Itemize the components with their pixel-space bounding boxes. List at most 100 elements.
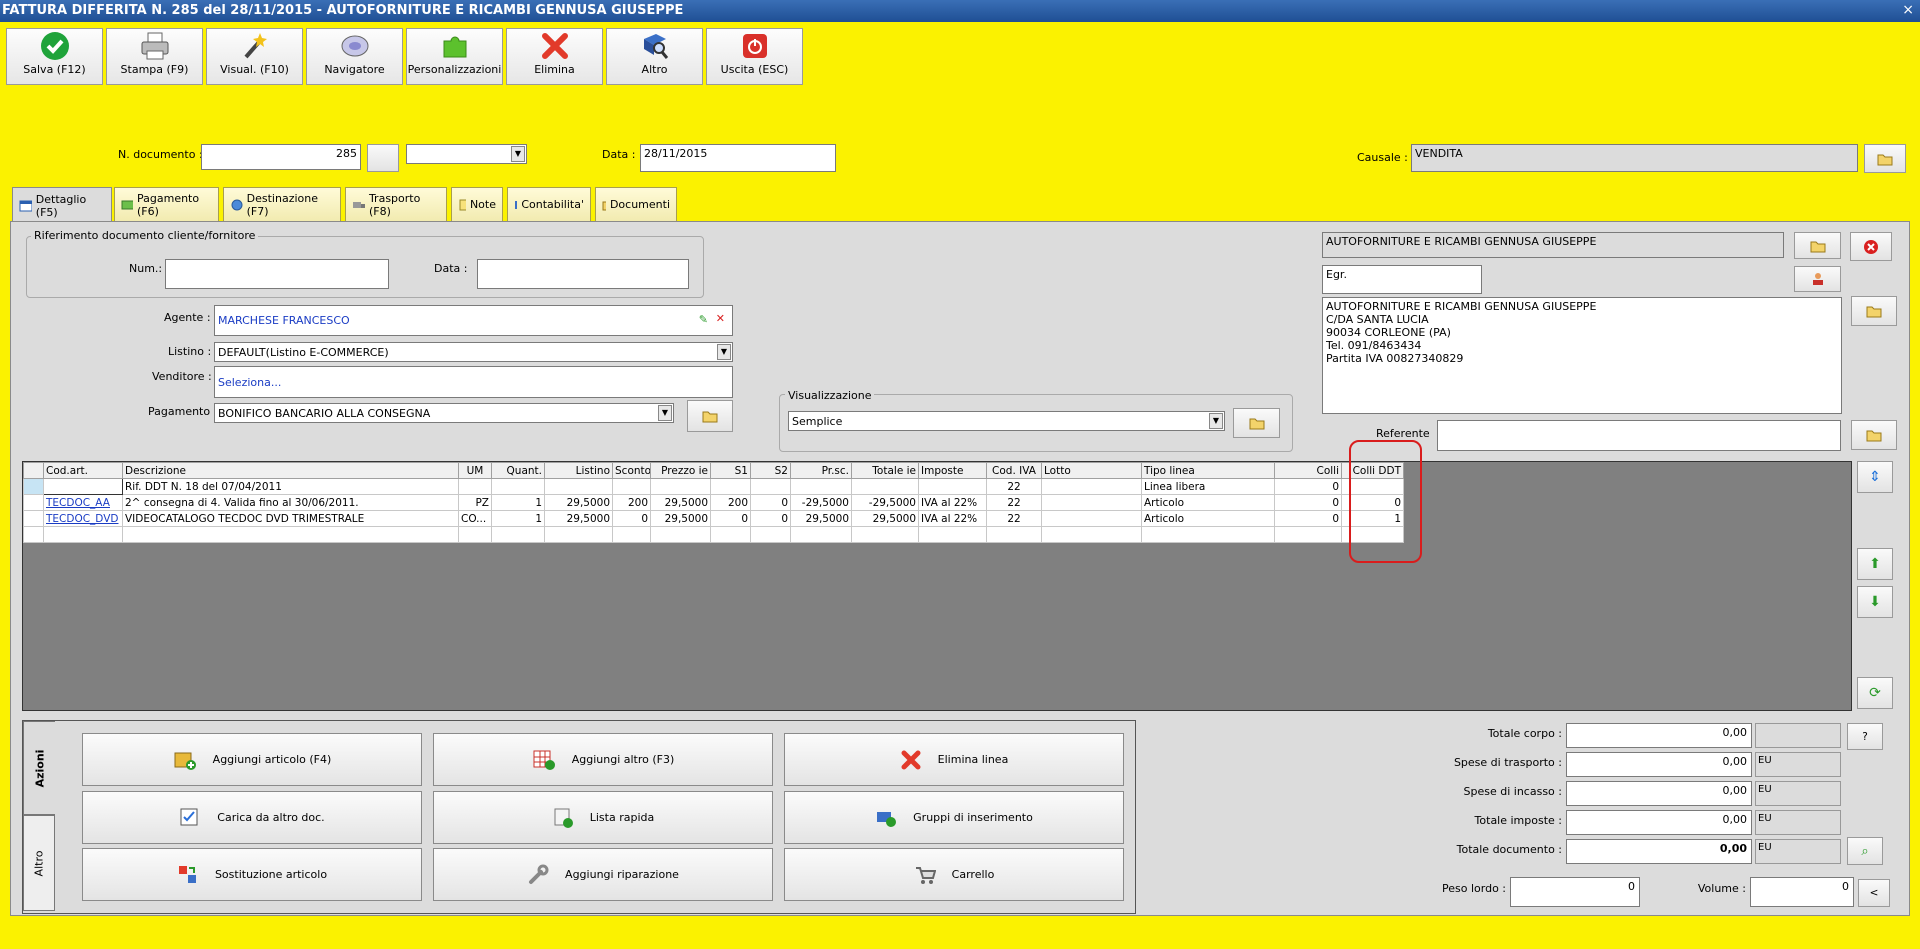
venditore-input[interactable]: Seleziona...: [214, 366, 733, 398]
trasporto-input[interactable]: 0,00: [1566, 752, 1752, 777]
col-header[interactable]: Cod. IVA: [986, 462, 1042, 479]
tab-pagamento[interactable]: Pagamento (F6): [114, 187, 219, 221]
cell-colli[interactable]: 0: [1274, 478, 1342, 495]
table-row[interactable]: TECDOC_AA 2^ consegna di 4. Valida fino …: [23, 494, 1404, 511]
cell-um[interactable]: CO...: [458, 510, 492, 527]
cell-s1[interactable]: [710, 478, 751, 495]
clear-icon[interactable]: ✕: [716, 312, 725, 325]
cell-quant[interactable]: 1: [491, 494, 545, 511]
window-close-button[interactable]: ×: [1902, 0, 1914, 20]
col-header[interactable]: Quant.: [491, 462, 545, 479]
insert-groups-button[interactable]: Gruppi di inserimento: [784, 791, 1124, 844]
pagamento-select[interactable]: BONIFICO BANCARIO ALLA CONSEGNA ▼: [214, 403, 674, 423]
col-header[interactable]: Sconto: [612, 462, 651, 479]
agente-input[interactable]: MARCHESE FRANCESCO ✎ ✕: [214, 305, 733, 336]
data-input[interactable]: 28/11/2015: [640, 144, 836, 172]
cell-empty[interactable]: [491, 526, 545, 543]
cell-s1[interactable]: 200: [710, 494, 751, 511]
col-header[interactable]: Lotto: [1041, 462, 1142, 479]
cell-totale[interactable]: -29,5000: [851, 494, 919, 511]
col-header[interactable]: Listino: [544, 462, 613, 479]
visualizzazione-browse-button[interactable]: [1233, 408, 1280, 438]
row-selector[interactable]: [23, 510, 44, 527]
cliente-address[interactable]: AUTOFORNITURE E RICAMBI GENNUSA GIUSEPPE…: [1322, 297, 1842, 414]
chevron-down-icon[interactable]: ▼: [658, 405, 672, 421]
chevron-down-icon[interactable]: ▼: [511, 146, 525, 162]
cell-empty[interactable]: [790, 526, 852, 543]
referente-browse-button[interactable]: [1851, 420, 1897, 450]
cell-descrizione[interactable]: Rif. DDT N. 18 del 07/04/2011: [122, 478, 459, 495]
cell-empty[interactable]: [986, 526, 1042, 543]
cell-totale[interactable]: 29,5000: [851, 510, 919, 527]
cell-codart[interactable]: TECDOC_AA: [43, 494, 123, 511]
col-header[interactable]: Totale ie: [851, 462, 919, 479]
cell-colli[interactable]: 0: [1274, 494, 1342, 511]
row-selector[interactable]: [23, 526, 44, 543]
referente-input[interactable]: [1437, 420, 1841, 451]
replace-article-button[interactable]: Sostituzione articolo: [82, 848, 422, 901]
preview-button[interactable]: Visual. (F10): [206, 28, 303, 85]
cell-empty[interactable]: [122, 526, 459, 543]
cell-descrizione[interactable]: VIDEOCATALOGO TECDOC DVD TRIMESTRALE: [122, 510, 459, 527]
delete-button[interactable]: Elimina: [506, 28, 603, 85]
tab-altro[interactable]: Altro: [23, 815, 55, 911]
tab-note[interactable]: Note: [451, 187, 503, 221]
cell-tipolinea[interactable]: Articolo: [1141, 494, 1275, 511]
cell-sconto[interactable]: [612, 478, 651, 495]
rif-num-input[interactable]: [165, 259, 389, 289]
cell-empty[interactable]: [458, 526, 492, 543]
col-header[interactable]: Tipo linea: [1141, 462, 1275, 479]
cliente-title-input[interactable]: Egr.: [1322, 265, 1482, 294]
load-doc-button[interactable]: Carica da altro doc.: [82, 791, 422, 844]
quick-list-button[interactable]: Lista rapida: [433, 791, 773, 844]
cell-colli[interactable]: 0: [1274, 510, 1342, 527]
cell-tipolinea[interactable]: Articolo: [1141, 510, 1275, 527]
collapse-button[interactable]: <: [1858, 879, 1890, 907]
col-header[interactable]: Pr.sc.: [790, 462, 852, 479]
cliente-remove-button[interactable]: [1850, 232, 1892, 261]
cell-sconto[interactable]: 0: [612, 510, 651, 527]
cell-empty[interactable]: [1141, 526, 1275, 543]
table-row-empty[interactable]: [23, 526, 1404, 543]
help-button[interactable]: ?: [1847, 723, 1883, 750]
tab-destinazione[interactable]: Destinazione (F7): [223, 187, 341, 221]
other-button[interactable]: Altro: [606, 28, 703, 85]
row-up-button[interactable]: ⬆: [1857, 548, 1893, 580]
exit-button[interactable]: Uscita (ESC): [706, 28, 803, 85]
cell-totale[interactable]: [851, 478, 919, 495]
cell-empty[interactable]: [851, 526, 919, 543]
cell-lotto[interactable]: [1041, 494, 1142, 511]
cell-descrizione[interactable]: 2^ consegna di 4. Valida fino al 30/06/2…: [122, 494, 459, 511]
cell-imposte[interactable]: [918, 478, 987, 495]
volume-input[interactable]: 0: [1750, 877, 1854, 907]
tab-dettaglio[interactable]: Dettaglio (F5): [12, 187, 112, 223]
cell-quant[interactable]: 1: [491, 510, 545, 527]
col-header[interactable]: S2: [750, 462, 791, 479]
cell-listino[interactable]: [544, 478, 613, 495]
tab-contabilita[interactable]: Contabilita': [507, 187, 591, 221]
cell-tipolinea[interactable]: Linea libera: [1141, 478, 1275, 495]
chevron-down-icon[interactable]: ▼: [1209, 413, 1223, 429]
cell-codiva[interactable]: 22: [986, 478, 1042, 495]
cell-codiva[interactable]: 22: [986, 510, 1042, 527]
peso-input[interactable]: 0: [1510, 877, 1640, 907]
visualizzazione-select[interactable]: Semplice ▼: [788, 411, 1225, 431]
col-header[interactable]: Imposte: [918, 462, 987, 479]
col-header[interactable]: Cod.art.: [43, 462, 123, 479]
edit-icon[interactable]: ✎: [699, 313, 708, 326]
pagamento-browse-button[interactable]: [687, 400, 733, 432]
col-header[interactable]: Colli: [1274, 462, 1342, 479]
causale-input[interactable]: VENDITA: [1411, 144, 1858, 172]
cell-prezzo[interactable]: [650, 478, 711, 495]
cell-empty[interactable]: [710, 526, 751, 543]
ndoc-suffix-select[interactable]: ▼: [406, 144, 527, 164]
refresh-button[interactable]: ⟳: [1857, 677, 1893, 709]
chevron-down-icon[interactable]: ▼: [717, 344, 731, 360]
rif-data-input[interactable]: [477, 259, 689, 289]
cart-button[interactable]: Carrello: [784, 848, 1124, 901]
cell-um[interactable]: [458, 478, 492, 495]
cell-empty[interactable]: [750, 526, 791, 543]
article-link[interactable]: TECDOC_AA: [46, 497, 110, 509]
cell-empty[interactable]: [43, 526, 123, 543]
cliente-contact-button[interactable]: [1794, 266, 1841, 292]
